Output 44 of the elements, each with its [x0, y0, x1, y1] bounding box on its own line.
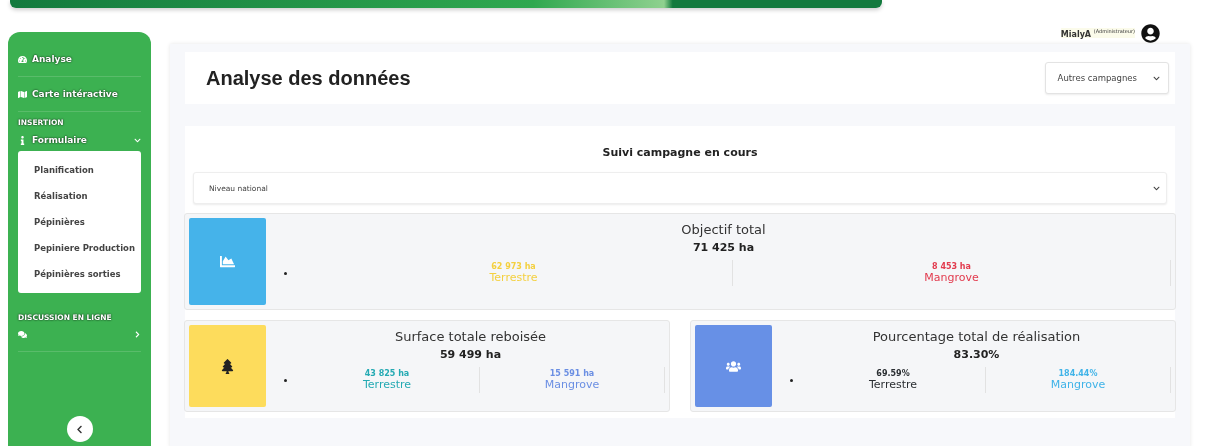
- part-label: Mangrove: [1050, 378, 1106, 391]
- gauge-icon: [18, 54, 27, 64]
- card-total: 83.30%: [953, 348, 1000, 361]
- chevron-down-icon: [1153, 184, 1160, 192]
- card-title: Pourcentage total de réalisation: [872, 329, 1081, 344]
- chevron-left-icon: [75, 424, 84, 434]
- campaign-select[interactable]: Autres campagnes: [1044, 62, 1169, 94]
- part-value: 15 591 ha: [549, 369, 595, 378]
- tree-icon: [220, 358, 235, 374]
- part-label: Terrestre: [489, 271, 538, 284]
- page-title: Analyse des données: [206, 66, 411, 90]
- info-icon: [18, 135, 27, 145]
- card-title: Surface totale reboisée: [394, 329, 547, 344]
- map-icon: [18, 89, 27, 99]
- area-chart-icon: [220, 254, 235, 269]
- card-title: Objectif total: [681, 222, 766, 237]
- part-label: Terrestre: [868, 378, 918, 391]
- submenu-item[interactable]: Pépinières: [18, 209, 141, 235]
- submenu-item[interactable]: Réalisation: [18, 183, 141, 209]
- user-name: MialyA $^{(Administrateur)}$: [1060, 27, 1135, 39]
- card-total: 59 499 ha: [439, 348, 502, 361]
- bullet-icon: [284, 271, 287, 275]
- collapse-button[interactable]: [66, 416, 93, 442]
- chevron-icon: [134, 136, 141, 144]
- submenu-item[interactable]: Planification: [18, 157, 141, 183]
- chevron-down-icon: [1153, 74, 1160, 82]
- part-value: 62 973 ha: [491, 262, 536, 271]
- chevron-icon: [134, 331, 141, 338]
- card-total: 71 425 ha: [692, 241, 755, 254]
- submenu-item[interactable]: Pepiniere Production: [18, 235, 141, 261]
- part-value: 43 825 ha: [364, 369, 410, 378]
- part-value: 8 453 ha: [932, 262, 971, 271]
- part-label: Mangrove: [924, 271, 979, 284]
- submenu-item[interactable]: Pépinières sorties: [18, 261, 141, 287]
- chat-icon: [18, 330, 27, 339]
- user-avatar-icon[interactable]: [1141, 23, 1160, 43]
- part-value: 69.59%: [876, 369, 910, 378]
- bullet-icon: [284, 378, 287, 382]
- part-label: Mangrove: [544, 378, 600, 391]
- part-label: Terrestre: [362, 378, 412, 391]
- part-value: 184.44%: [1058, 369, 1098, 378]
- users-icon: [726, 358, 741, 374]
- section-title: Suivi campagne en cours: [601, 146, 759, 159]
- bullet-icon: [790, 378, 793, 382]
